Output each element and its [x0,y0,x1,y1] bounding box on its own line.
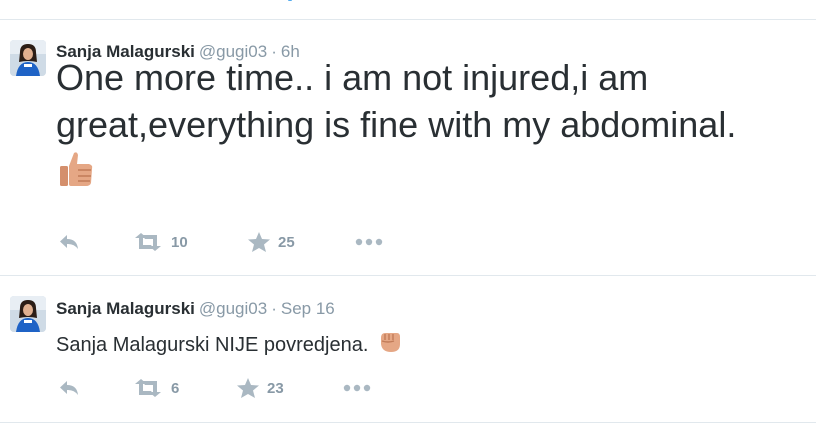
favorite-button[interactable]: 23 [237,376,284,400]
more-button[interactable] [355,230,383,254]
retweet-button[interactable]: 6 [133,376,179,400]
thumbs-up-emoji [56,150,816,194]
tweet-actions: 10 25 [0,230,816,254]
tweet-2[interactable]: Sanja Malagurski @gugi03 · Sep 16 Sanja Mal… [0,276,816,416]
reply-icon [58,379,80,397]
more-icon [355,238,383,246]
star-icon [237,378,259,398]
raised-fist-emoji [378,330,402,361]
retweet-icon [133,379,163,397]
retweet-count: 6 [171,379,180,397]
tweet-text-line: Sanja Malagurski NIJE povredjena. [56,334,369,356]
retweet-count: 10 [171,233,188,251]
retweet-icon [133,233,163,251]
reply-button[interactable] [58,376,80,400]
tweet-text-line: great,everything is fine with my abdomin… [56,104,737,145]
tweet-header: Sanja Malagurski @gugi03 · Sep 16 [56,299,335,319]
timestamp[interactable]: Sep 16 [281,299,335,318]
favorite-button[interactable]: 25 [248,230,295,254]
separator: · [271,299,277,318]
favorite-count: 25 [278,233,295,251]
tweet-1[interactable]: Sanja Malagurski @gugi03 · 6h One more time… [0,20,816,275]
avatar[interactable] [10,40,46,76]
divider-bottom [0,422,816,423]
more-icon [343,384,371,392]
retweet-button[interactable]: 10 [133,230,188,254]
reply-button[interactable] [58,230,80,254]
reply-icon [58,233,80,251]
avatar[interactable] [10,296,46,332]
tweet-text-line: One more time.. i am not injured,i am [56,57,649,98]
username[interactable]: @gugi03 [199,299,267,318]
top-link-fragment [288,0,292,1]
favorite-count: 23 [267,379,284,397]
fullname[interactable]: Sanja Malagurski [56,299,195,318]
tweet-actions: 6 23 [0,376,816,400]
more-button[interactable] [343,376,371,400]
tweet-text: One more time.. i am not injured,i am gr… [56,54,816,194]
star-icon [248,232,270,252]
tweet-text: Sanja Malagurski NIJE povredjena. [56,330,402,361]
